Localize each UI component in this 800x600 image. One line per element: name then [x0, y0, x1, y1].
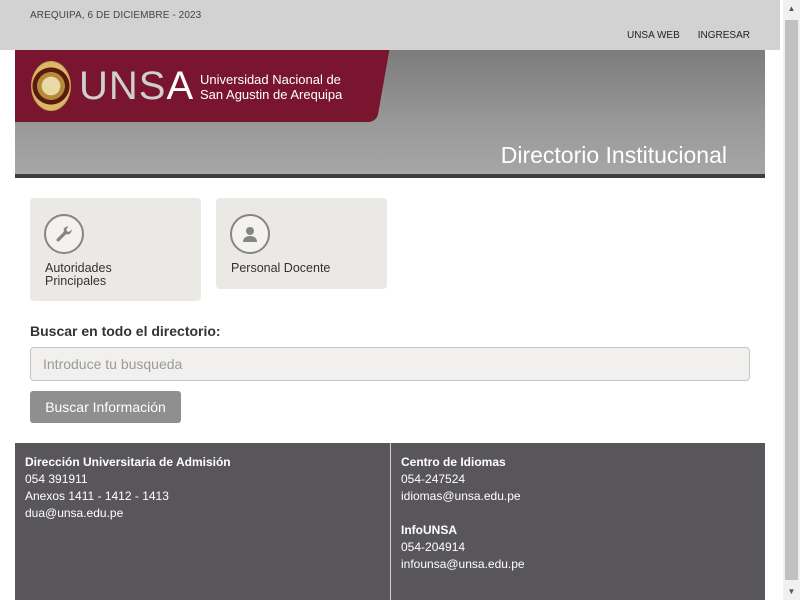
subtitle-line-2: San Agustin de Arequipa	[200, 87, 343, 102]
university-seal-icon	[31, 61, 71, 111]
top-bar: AREQUIPA, 6 DE DICIEMBRE - 2023 UNSA WEB…	[0, 0, 780, 50]
contact-phone: 054-247524	[401, 472, 466, 486]
footer-contacts: Dirección Universitaria de Admisión 054 …	[15, 443, 765, 600]
subtitle-line-1: Universidad Nacional de	[200, 72, 341, 87]
card-label: Personal Docente	[231, 261, 331, 275]
scrollbar-thumb[interactable]	[785, 20, 798, 580]
card-label: Autoridades Principales	[45, 261, 112, 288]
contact-title: InfoUNSA	[401, 523, 457, 537]
search-label: Buscar en todo el directorio:	[30, 323, 221, 339]
footer-divider	[390, 443, 391, 600]
contact-title: Dirección Universitaria de Admisión	[25, 455, 231, 469]
footer-column-right: Centro de Idiomas 054-247524 idiomas@uns…	[401, 454, 525, 573]
card-autoridades[interactable]: Autoridades Principales	[30, 198, 201, 301]
unsa-web-link[interactable]: UNSA WEB	[627, 30, 680, 41]
wordmark-main: UNS	[79, 64, 167, 108]
header-banner: UNSA Universidad Nacional de San Agustin…	[15, 50, 765, 178]
contact-title: Centro de Idiomas	[401, 455, 506, 469]
contact-extensions: Anexos 1411 - 1412 - 1413	[25, 489, 169, 503]
card-personal-docente[interactable]: Personal Docente	[216, 198, 387, 289]
search-input[interactable]	[30, 347, 750, 381]
person-icon	[230, 214, 270, 254]
logo-subtitle: Universidad Nacional de San Agustin de A…	[200, 72, 342, 102]
contact-phone: 054 391911	[25, 472, 88, 486]
footer-column-admision: Dirección Universitaria de Admisión 054 …	[25, 454, 231, 522]
ingresar-link[interactable]: INGRESAR	[698, 30, 750, 41]
search-button[interactable]: Buscar Información	[30, 391, 181, 423]
scroll-up-icon[interactable]: ▲	[783, 0, 800, 17]
banner-divider	[15, 174, 765, 178]
wordmark-accent: A	[166, 64, 195, 108]
current-date: AREQUIPA, 6 DE DICIEMBRE - 2023	[30, 10, 202, 21]
vertical-scrollbar[interactable]: ▲ ▼	[783, 0, 800, 600]
university-logo[interactable]: UNSA Universidad Nacional de San Agustin…	[15, 50, 371, 122]
scroll-down-icon[interactable]: ▼	[783, 583, 800, 600]
logo-wordmark: UNSA	[79, 64, 194, 109]
contact-phone: 054-204914	[401, 540, 466, 554]
contact-email[interactable]: idiomas@unsa.edu.pe	[401, 488, 525, 505]
page-title: Directorio Institucional	[500, 142, 727, 168]
wrench-icon	[44, 214, 84, 254]
top-links: UNSA WEB INGRESAR	[627, 30, 750, 41]
contact-email[interactable]: infounsa@unsa.edu.pe	[401, 556, 525, 573]
contact-email[interactable]: dua@unsa.edu.pe	[25, 505, 231, 522]
